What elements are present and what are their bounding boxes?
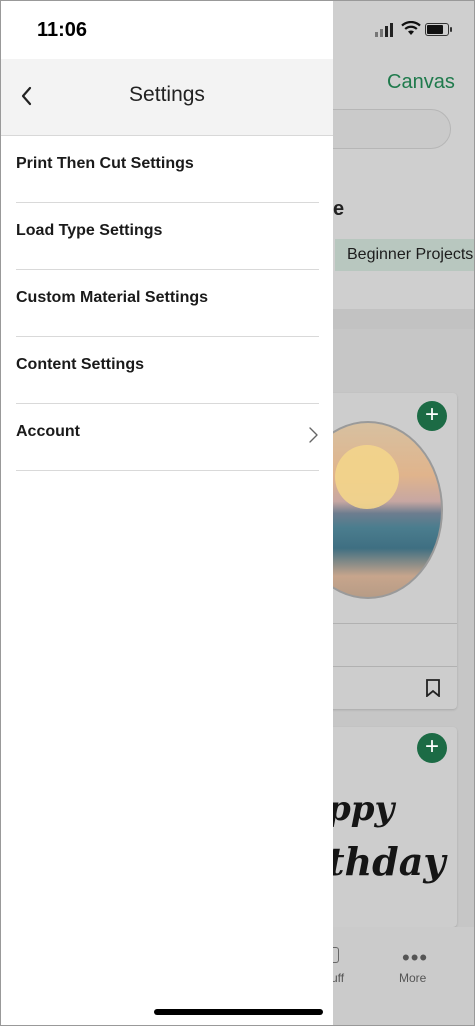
menu-item-load-type[interactable]: Load Type Settings <box>16 203 319 270</box>
home-indicator[interactable] <box>154 1009 323 1015</box>
stuff-icon[interactable] <box>332 947 339 963</box>
menu-item-label: Print Then Cut Settings <box>16 155 194 172</box>
signal-bar <box>380 29 383 37</box>
settings-menu: Print Then Cut Settings Load Type Settin… <box>1 136 333 471</box>
menu-item-account[interactable]: Account <box>16 404 319 471</box>
signal-bar <box>375 32 378 37</box>
signal-bar <box>390 23 393 37</box>
canvas-link[interactable]: Canvas <box>387 71 455 94</box>
menu-item-label: Content Settings <box>16 356 144 373</box>
sun-shape <box>335 445 399 509</box>
bookmark-icon[interactable] <box>426 679 440 697</box>
card-divider <box>321 623 457 624</box>
section-title-fragment: e <box>333 198 345 220</box>
card-divider <box>321 666 457 667</box>
add-icon[interactable]: + <box>417 401 447 431</box>
status-bar: 11:06 <box>1 1 333 59</box>
page-title: Settings <box>129 83 205 106</box>
tab-more-label[interactable]: More <box>399 971 426 985</box>
chevron-right-icon <box>309 427 318 443</box>
drawer-header: Settings <box>1 59 333 136</box>
wifi-icon <box>401 21 421 35</box>
happy-birthday-image-line2: thday <box>327 839 446 884</box>
battery-icon <box>425 23 452 36</box>
happy-birthday-image-line1: ppy <box>327 789 395 829</box>
device-frame: Canvas e Beginner Projects + + ppy thday… <box>0 0 475 1026</box>
signal-bar <box>385 26 388 37</box>
more-icon[interactable]: ••• <box>402 945 428 971</box>
settings-drawer: 11:06 Settings Print Then Cut Settings L… <box>1 1 333 1025</box>
menu-item-label: Custom Material Settings <box>16 289 209 306</box>
category-chip[interactable]: Beginner Projects <box>335 239 474 271</box>
add-icon[interactable]: + <box>417 733 447 763</box>
menu-item-label: Account <box>16 423 80 440</box>
menu-item-label: Load Type Settings <box>16 222 163 239</box>
menu-item-print-then-cut[interactable]: Print Then Cut Settings <box>16 136 319 203</box>
menu-item-custom-material[interactable]: Custom Material Settings <box>16 270 319 337</box>
menu-item-content[interactable]: Content Settings <box>16 337 319 404</box>
status-time: 11:06 <box>37 19 88 41</box>
